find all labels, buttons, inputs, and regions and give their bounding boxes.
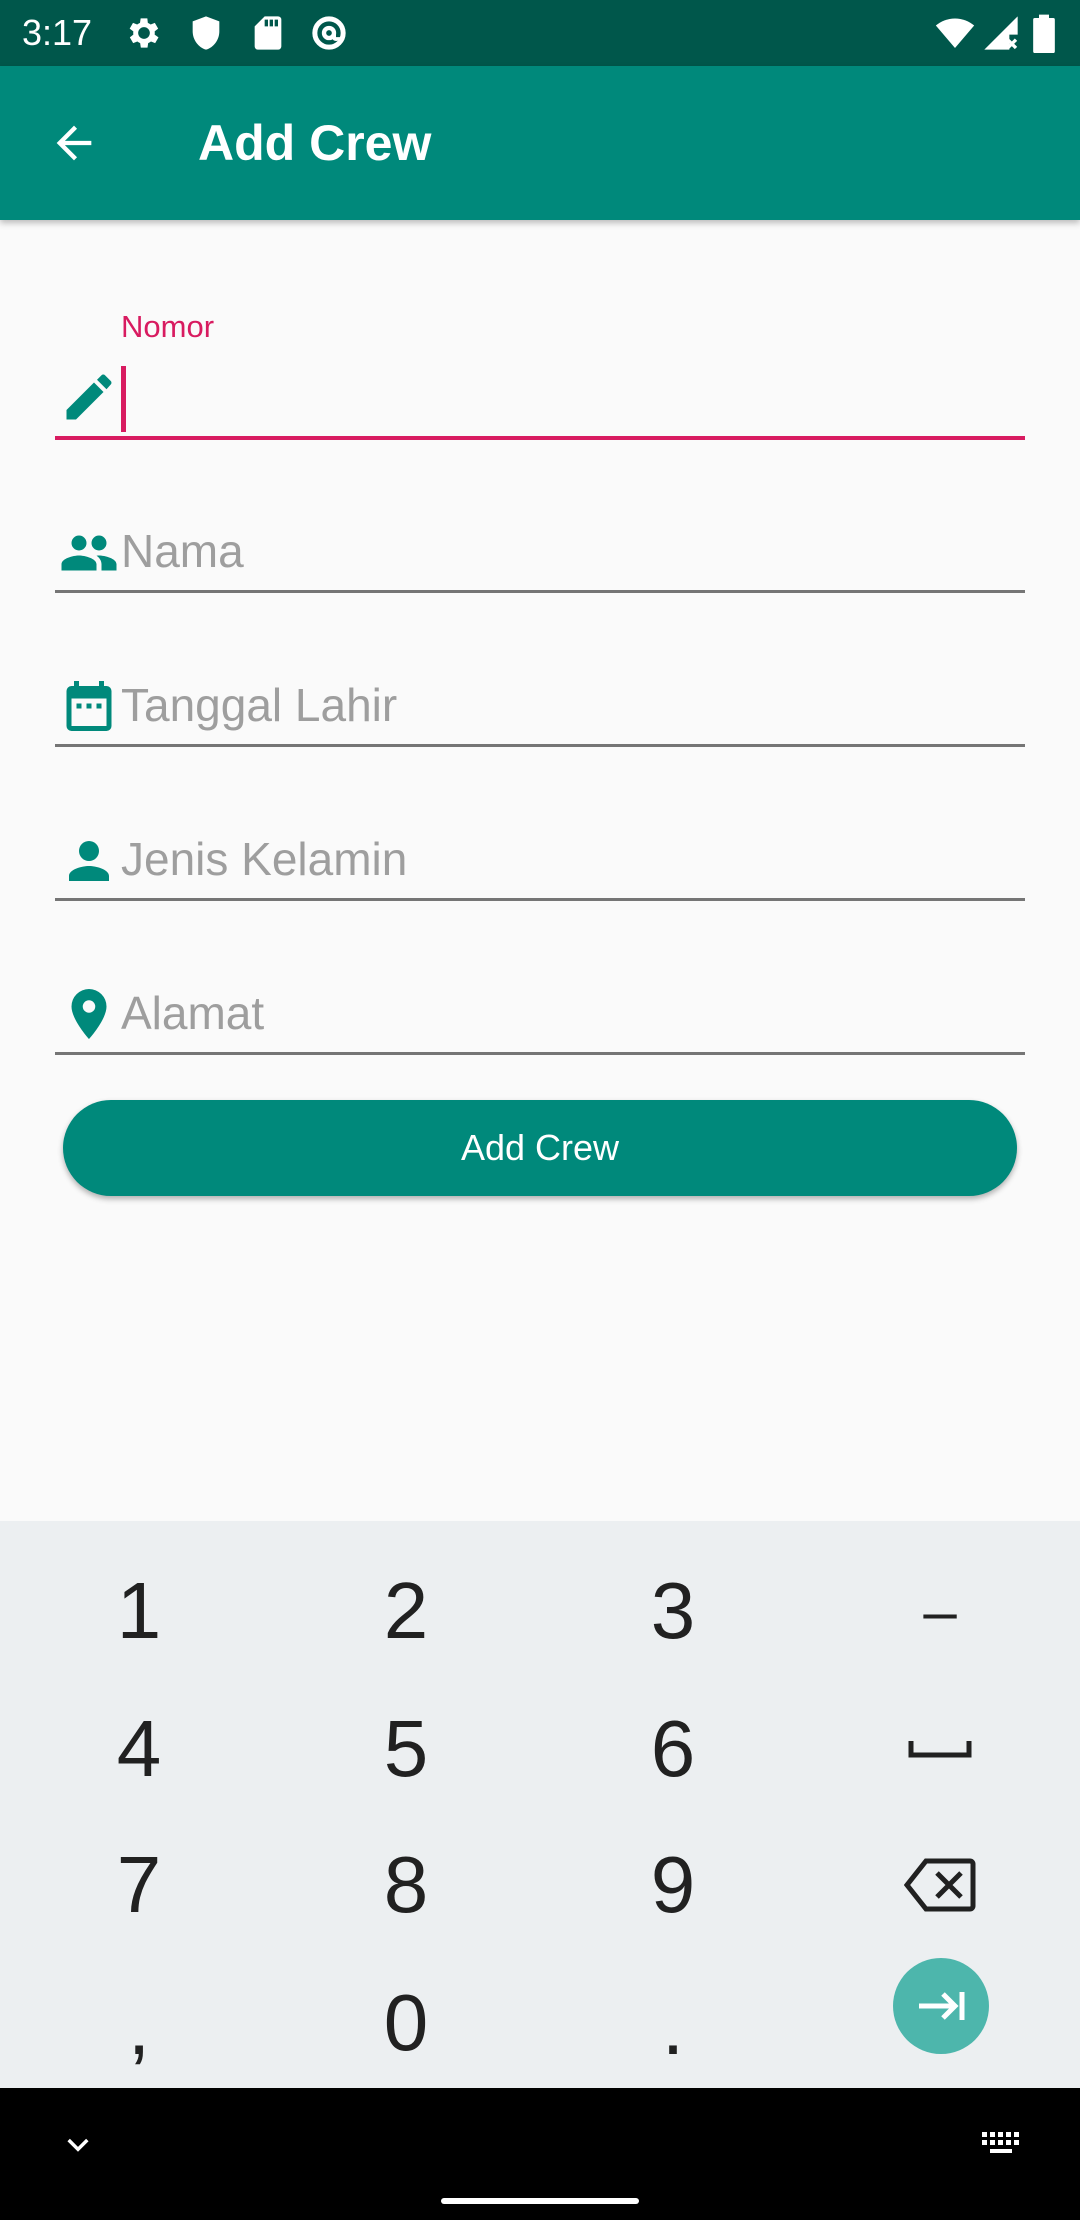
nama-input[interactable]: Nama xyxy=(121,523,244,579)
nama-field[interactable]: Nama xyxy=(55,510,1025,596)
pencil-icon xyxy=(59,367,119,427)
calendar-icon xyxy=(59,676,119,736)
key-space[interactable] xyxy=(840,1684,1040,1814)
arrow-back-icon xyxy=(56,125,92,161)
tanggal-lahir-input[interactable]: Tanggal Lahir xyxy=(121,677,397,733)
space-icon xyxy=(908,1741,972,1758)
status-bar: 3:17 xyxy=(0,0,1080,66)
text-cursor xyxy=(121,366,126,432)
battery-icon xyxy=(1032,13,1062,53)
jenis-kelamin-field[interactable]: Jenis Kelamin xyxy=(55,818,1025,904)
alamat-underline xyxy=(55,1052,1025,1055)
tanggal-lahir-field[interactable]: Tanggal Lahir xyxy=(55,664,1025,750)
key-period[interactable]: . xyxy=(573,1962,773,2092)
tanggal-lahir-underline xyxy=(55,744,1025,747)
nama-underline xyxy=(55,590,1025,593)
alamat-input[interactable]: Alamat xyxy=(121,985,264,1041)
at-sign-icon xyxy=(309,13,349,53)
signal-icon xyxy=(981,13,1021,53)
alamat-field[interactable]: Alamat xyxy=(55,972,1025,1058)
chevron-down-icon[interactable] xyxy=(62,2128,94,2165)
page-title: Add Crew xyxy=(198,115,432,171)
person-icon xyxy=(59,831,119,891)
navigation-bar xyxy=(0,2088,1080,2220)
key-comma[interactable]: , xyxy=(39,1962,239,2092)
key-6[interactable]: 6 xyxy=(573,1684,773,1814)
status-time: 3:17 xyxy=(22,12,93,53)
key-4[interactable]: 4 xyxy=(39,1684,239,1814)
nomor-field[interactable]: Nomor xyxy=(55,300,1025,445)
sd-card-icon xyxy=(248,13,288,53)
app-bar: Add Crew xyxy=(0,66,1080,220)
keyboard-icon[interactable] xyxy=(980,2128,1026,2167)
gear-icon xyxy=(124,13,164,53)
jenis-kelamin-input[interactable]: Jenis Kelamin xyxy=(121,831,407,887)
key-3[interactable]: 3 xyxy=(573,1546,773,1676)
nomor-underline xyxy=(55,436,1025,440)
people-icon xyxy=(59,523,119,583)
key-7[interactable]: 7 xyxy=(39,1820,239,1950)
shield-icon xyxy=(186,13,226,53)
key-0[interactable]: 0 xyxy=(306,1958,506,2088)
wifi-icon xyxy=(935,13,975,53)
jenis-kelamin-underline xyxy=(55,898,1025,901)
add-crew-button[interactable]: Add Crew xyxy=(63,1100,1017,1196)
home-handle[interactable] xyxy=(441,2198,639,2204)
location-pin-icon xyxy=(59,984,119,1044)
key-9[interactable]: 9 xyxy=(573,1820,773,1950)
key-1[interactable]: 1 xyxy=(39,1546,239,1676)
nomor-label: Nomor xyxy=(121,309,215,344)
key-2[interactable]: 2 xyxy=(306,1546,506,1676)
tab-next-icon xyxy=(919,1992,965,2020)
key-next[interactable] xyxy=(893,1958,989,2054)
key-8[interactable]: 8 xyxy=(306,1820,506,1950)
key-dash[interactable]: – xyxy=(840,1546,1040,1676)
key-backspace[interactable] xyxy=(840,1820,1040,1950)
backspace-icon xyxy=(904,1858,976,1912)
key-5[interactable]: 5 xyxy=(306,1684,506,1814)
back-button[interactable] xyxy=(40,109,108,177)
